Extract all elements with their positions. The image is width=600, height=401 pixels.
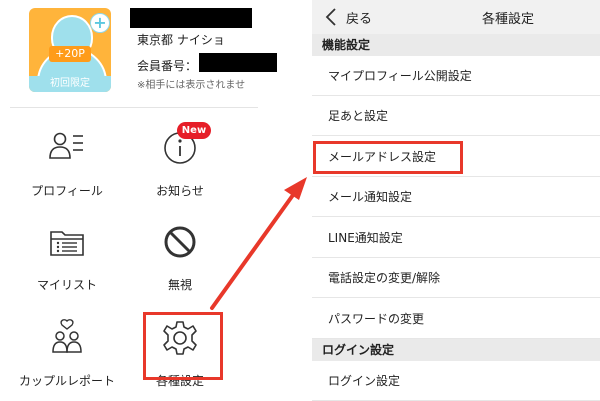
menu-ignore[interactable]: 無視 [130, 222, 230, 293]
section-header-function: 機能設定 [312, 34, 600, 56]
profile-divider [10, 107, 258, 108]
menu-profile[interactable]: プロフィール [17, 128, 117, 199]
redacted-nickname [130, 8, 252, 28]
menu-mylist-label: マイリスト [36, 278, 97, 292]
profile-card-icon [49, 132, 83, 159]
couple-icon [52, 319, 82, 353]
section-header-login: ログイン設定 [312, 339, 600, 361]
member-no-label: 会員番号： [137, 59, 198, 73]
page-title: 各種設定 [482, 12, 535, 27]
menu-couple-report-label: カップルレポート [18, 374, 115, 388]
redacted-member-no [199, 53, 277, 72]
settings-highlight-box [143, 312, 223, 380]
folder-list-icon [50, 231, 84, 256]
menu-ignore-label: 無視 [167, 278, 192, 292]
menu-mylist[interactable]: マイリスト [17, 222, 117, 293]
email-highlight-box [313, 141, 463, 174]
nav-bar: 戻る 各種設定 [312, 0, 600, 35]
menu-notice[interactable]: お知らせ [130, 128, 230, 199]
new-badge: New [177, 122, 211, 139]
limited-label: 初回限定 [29, 76, 111, 92]
setting-row-email-notify[interactable]: メール通知設定 [312, 177, 600, 217]
block-icon [164, 226, 196, 258]
setting-row-profile-public[interactable]: マイプロフィール公開設定 [312, 56, 600, 96]
menu-notice-label: お知らせ [156, 184, 204, 198]
menu-couple-report[interactable]: カップルレポート [17, 318, 117, 389]
add-photo-icon[interactable]: + [90, 13, 110, 33]
mypage-panel: +20P 初回限定 + 東京都 ナイショ 会員番号： ※相手には表示されませ プ… [0, 0, 277, 400]
setting-row-footprint[interactable]: 足あと設定 [312, 96, 600, 136]
location-text: 東京都 ナイショ [137, 33, 225, 47]
menu-profile-label: プロフィール [31, 184, 103, 198]
setting-row-login[interactable]: ログイン設定 [312, 361, 600, 401]
back-button[interactable]: 戻る [346, 8, 372, 27]
setting-row-line-notify[interactable]: LINE通知設定 [312, 218, 600, 258]
chevron-left-icon[interactable] [324, 7, 338, 27]
points-badge: +20P [49, 46, 91, 62]
setting-row-password[interactable]: パスワードの変更 [312, 299, 600, 339]
member-no-note: ※相手には表示されませ [137, 80, 246, 91]
settings-screen: 戻る 各種設定 機能設定 マイプロフィール公開設定 足あと設定 メールアドレス設… [312, 0, 600, 401]
setting-row-phone[interactable]: 電話設定の変更/解除 [312, 258, 600, 298]
